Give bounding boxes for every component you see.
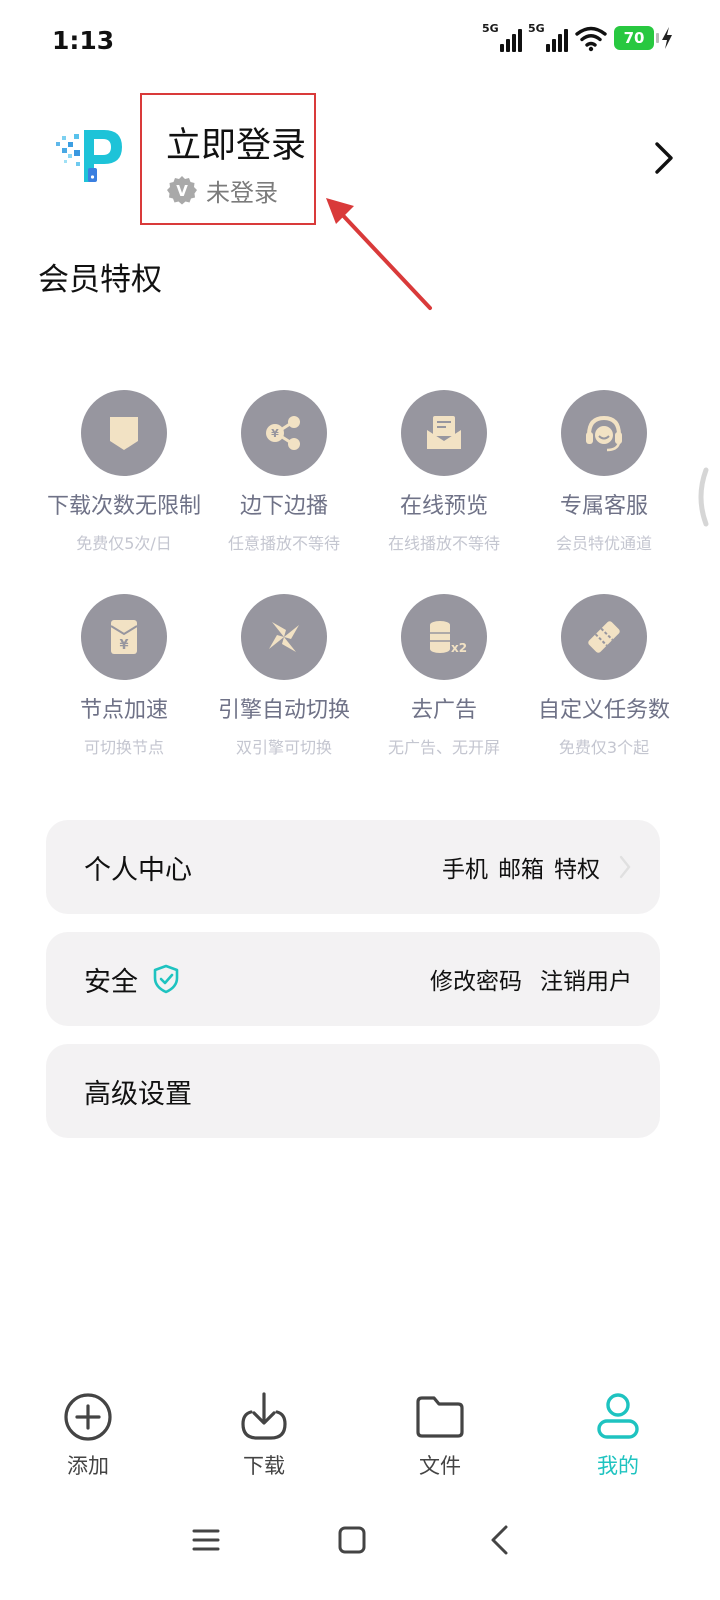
privilege-play-while-download[interactable]: ¥ 边下边播 任意播放不等待 [204, 390, 364, 554]
email-link[interactable]: 邮箱 [498, 850, 544, 884]
home-icon[interactable] [332, 1520, 372, 1560]
privilege-desc: 免费仅3个起 [558, 738, 650, 757]
envelope-yen-icon: ¥ [81, 594, 167, 680]
privilege-desc: 在线播放不等待 [387, 534, 500, 553]
chevron-right-icon[interactable] [648, 140, 678, 176]
personal-center-options: 手机 邮箱 特权 [442, 850, 632, 884]
security-options: 修改密码 注销用户 [430, 962, 632, 996]
share-icon: ¥ [241, 390, 327, 476]
wifi-icon [575, 26, 607, 52]
cancel-user-link[interactable]: 注销用户 [540, 962, 632, 996]
privileges-grid: 下载次数无限制 免费仅5次/日 ¥ 边下边播 任意播放不等待 在线预览 在线播放… [44, 390, 684, 758]
advanced-settings-label: 高级设置 [84, 1078, 192, 1110]
shield-card-icon [81, 390, 167, 476]
folder-icon [416, 1396, 464, 1438]
battery-icon: 70 [614, 26, 659, 50]
network-type-2: 5G [528, 22, 545, 35]
privilege-node-acceleration[interactable]: ¥ 节点加速 可切换节点 [44, 594, 204, 758]
change-password-link[interactable]: 修改密码 [430, 962, 522, 996]
privilege-customer-service[interactable]: 专属客服 会员特优通道 [524, 390, 684, 554]
privilege-title: 在线预览 [399, 494, 488, 519]
advanced-settings-row[interactable]: 高级设置 [46, 1044, 660, 1138]
yen-symbol: ¥ [119, 638, 128, 653]
signal-icon-2: 5G [528, 22, 568, 52]
annotation-arrow [326, 198, 432, 310]
privilege-online-preview[interactable]: 在线预览 在线播放不等待 [364, 390, 524, 554]
privilege-title: 专属客服 [559, 494, 648, 519]
signal-icon-1: 5G [482, 22, 522, 52]
mail-preview-icon [401, 390, 487, 476]
login-area[interactable]: 立即登录 V 未登录 [140, 93, 316, 225]
coin-label: x2 [451, 641, 467, 655]
plus-circle-icon [64, 1393, 112, 1441]
coins-x2-icon: x2 [401, 594, 487, 680]
security-row[interactable]: 安全 修改密码 注销用户 [46, 932, 660, 1026]
security-label: 安全 [84, 966, 138, 998]
nav-files[interactable]: 文件 [380, 1390, 500, 1480]
privilege-link[interactable]: 特权 [554, 850, 600, 884]
nav-label: 文件 [419, 1454, 461, 1478]
user-icon [597, 1393, 639, 1439]
download-icon [241, 1392, 287, 1440]
badge-letter: V [176, 182, 188, 200]
privilege-title: 去广告 [410, 698, 477, 723]
pinwheel-icon [241, 594, 327, 680]
privilege-custom-tasks[interactable]: 自定义任务数 免费仅3个起 [524, 594, 684, 758]
privilege-desc: 免费仅5次/日 [76, 534, 172, 553]
side-handle[interactable] [688, 466, 712, 528]
nav-label: 我的 [597, 1454, 639, 1478]
privilege-title: 下载次数无限制 [46, 494, 201, 519]
shield-check-icon [153, 964, 179, 994]
privilege-title: 边下边播 [239, 494, 328, 519]
status-bar: 1:13 5G 5G 70 [0, 0, 720, 88]
privilege-desc: 无广告、无开屏 [387, 738, 500, 757]
status-icons: 5G 5G 70 [482, 22, 674, 52]
privilege-unlimited-downloads[interactable]: 下载次数无限制 免费仅5次/日 [44, 390, 204, 554]
network-type-1: 5G [482, 22, 499, 35]
personal-center-row[interactable]: 个人中心 手机 邮箱 特权 [46, 820, 660, 914]
privilege-title: 自定义任务数 [537, 698, 670, 723]
chevron-right-icon [619, 855, 631, 879]
nav-download[interactable]: 下载 [204, 1390, 324, 1480]
nav-label: 添加 [67, 1454, 109, 1478]
verified-badge-icon: V [167, 175, 197, 204]
privilege-remove-ads[interactable]: x2 去广告 无广告、无开屏 [364, 594, 524, 758]
nav-mine[interactable]: 我的 [558, 1390, 678, 1480]
charging-icon [662, 27, 672, 49]
nav-add[interactable]: 添加 [28, 1390, 148, 1480]
system-nav-bar [0, 1500, 720, 1600]
privilege-title: 引擎自动切换 [217, 698, 350, 723]
privilege-desc: 任意播放不等待 [227, 534, 340, 553]
ticket-icon [561, 594, 647, 680]
nav-label: 下载 [243, 1454, 285, 1478]
app-logo [54, 124, 130, 192]
login-title[interactable]: 立即登录 [166, 117, 306, 168]
privilege-engine-switch[interactable]: 引擎自动切换 双引擎可切换 [204, 594, 364, 758]
privilege-desc: 双引擎可切换 [235, 738, 332, 757]
privilege-desc: 会员特优通道 [555, 534, 652, 553]
status-time: 1:13 [52, 26, 115, 55]
privilege-desc: 可切换节点 [83, 738, 164, 757]
login-status-text: 未登录 [206, 179, 278, 207]
menu-icon[interactable] [186, 1520, 226, 1560]
personal-center-label: 个人中心 [84, 854, 192, 886]
back-icon[interactable] [480, 1520, 520, 1560]
privileges-title: 会员特权 [38, 262, 162, 298]
login-status: V 未登录 [166, 173, 278, 208]
bottom-nav: 添加 下载 文件 我的 [0, 1372, 720, 1502]
yen-symbol: ¥ [271, 427, 279, 440]
headset-icon [561, 390, 647, 476]
phone-link[interactable]: 手机 [442, 850, 488, 884]
privilege-title: 节点加速 [79, 698, 168, 723]
